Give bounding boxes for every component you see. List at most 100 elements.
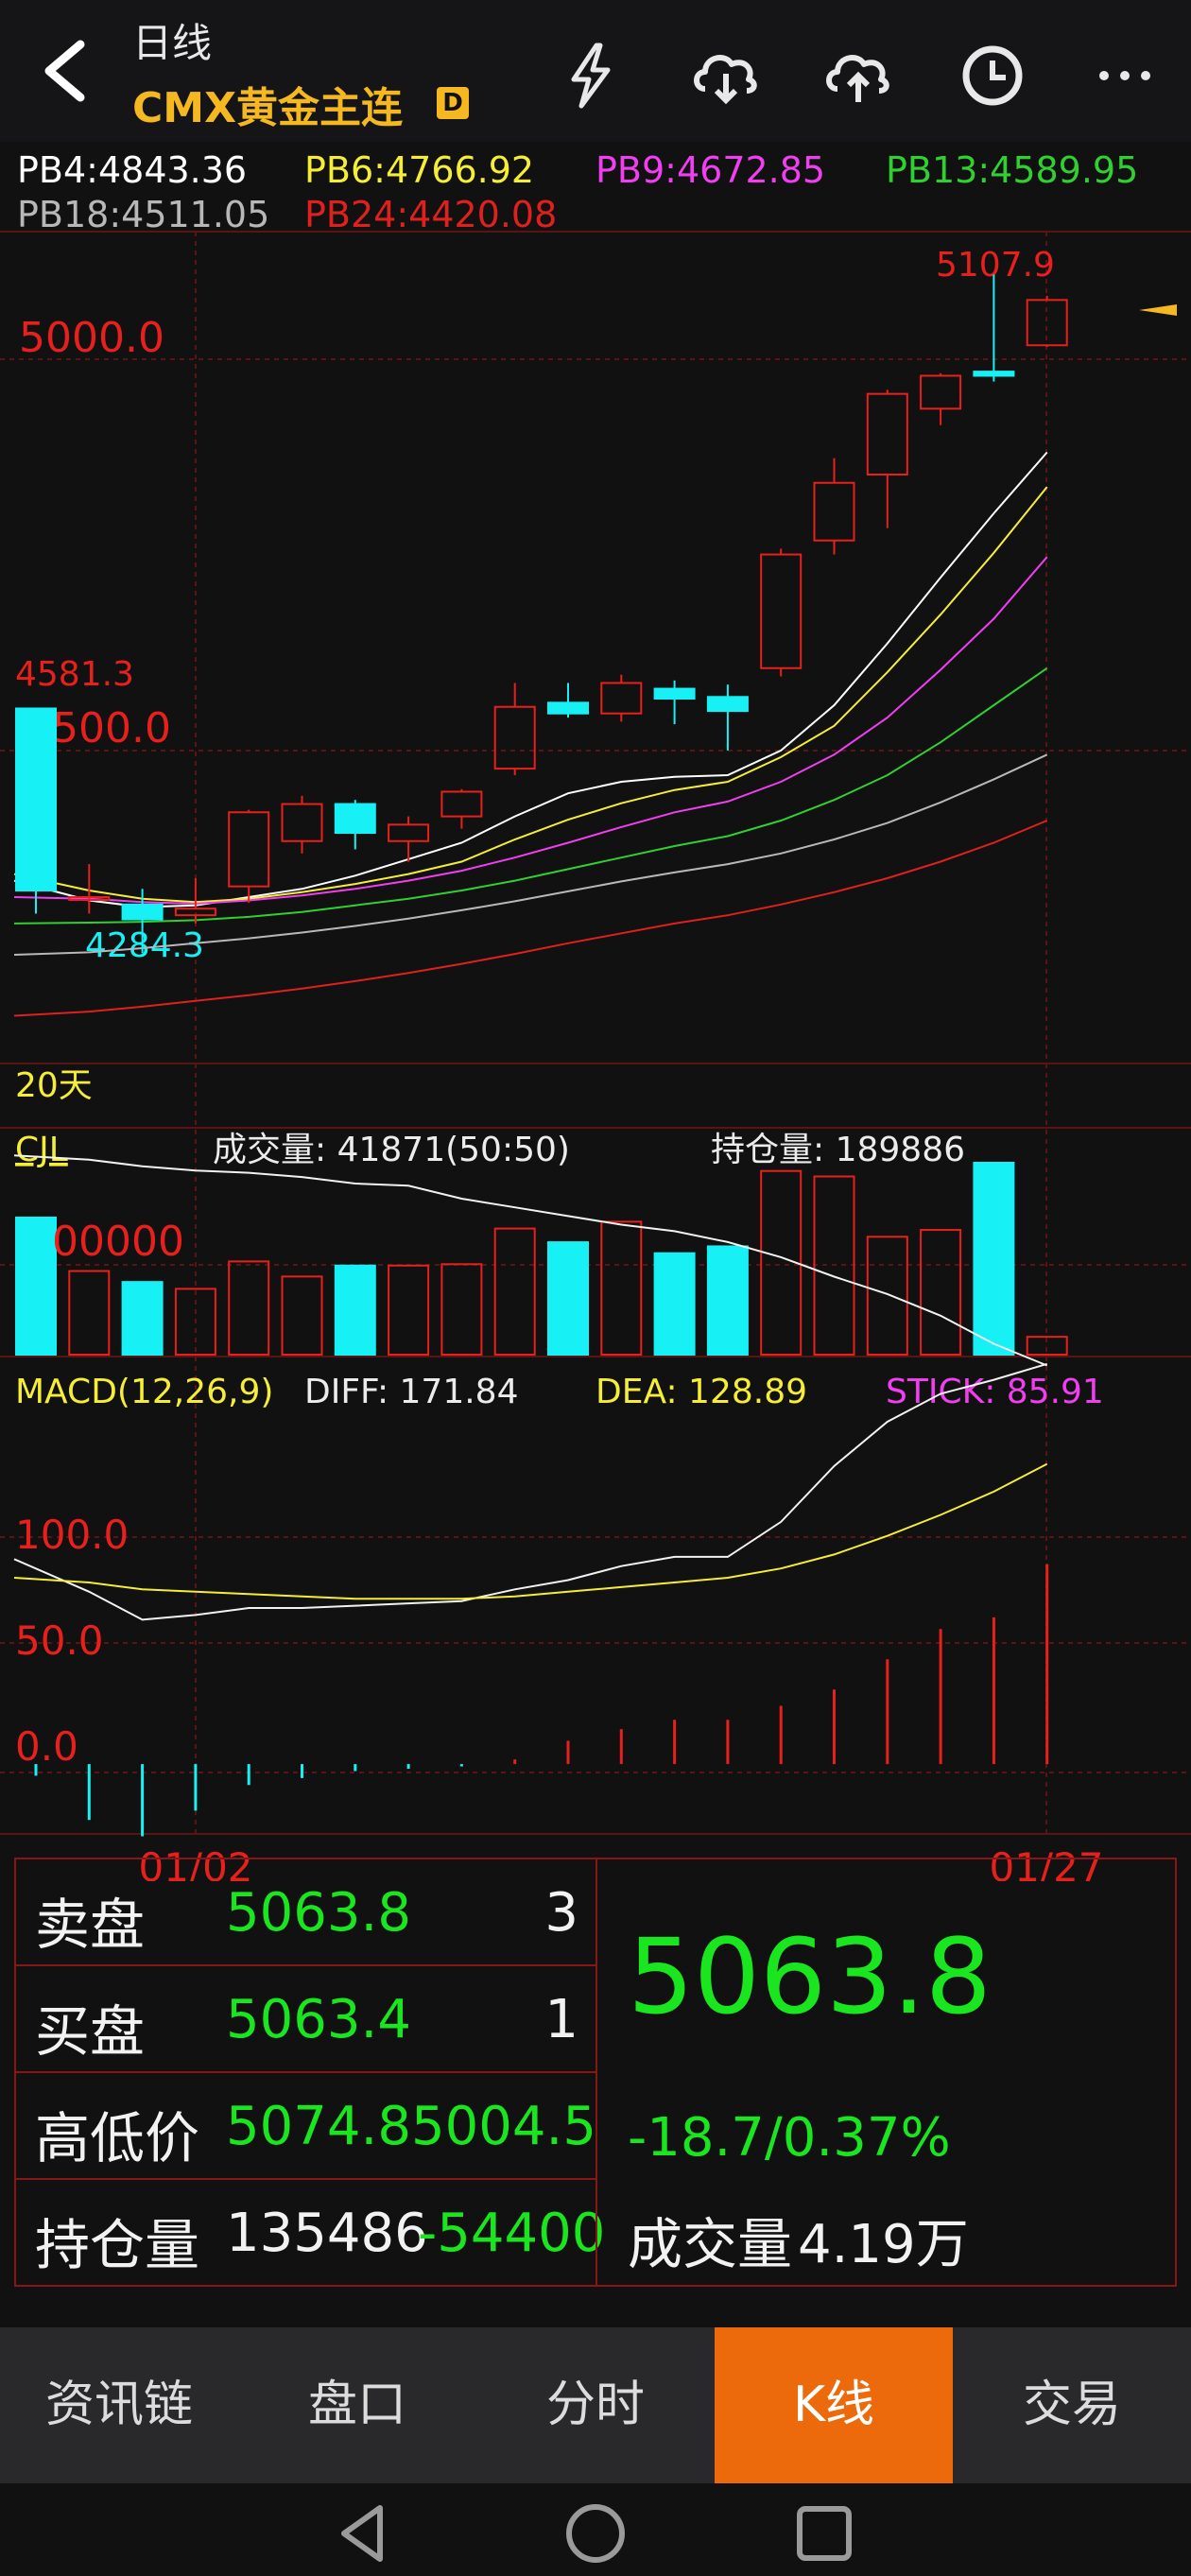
candle-body <box>706 696 749 713</box>
y-tick-4500: 500.0 <box>52 704 171 752</box>
tab-news-chain[interactable]: 资讯链 <box>0 2327 238 2483</box>
ma-legend-pb6: PB6:4766.92 <box>304 149 534 191</box>
back-triangle-icon[interactable] <box>331 2500 397 2567</box>
current-price-marker-icon <box>1139 304 1177 316</box>
macd-y-tick-0: 0.0 <box>15 1723 78 1770</box>
open-interest-row: 持仓量 135486 -54400 <box>14 2178 605 2287</box>
open-interest-change: -54400 <box>418 2203 606 2264</box>
ma-line-pb6 <box>13 486 1048 904</box>
volume-text: 成交量: 41871(50:50) <box>213 1131 570 1169</box>
volume-bar <box>600 1220 643 1356</box>
candle <box>706 684 749 751</box>
bottom-tab-bar: 资讯链 盘口 分时 K线 交易 <box>0 2327 1191 2483</box>
system-nav-bar <box>0 2483 1191 2576</box>
candle-body <box>547 701 589 715</box>
ma-legend-pb24: PB24:4420.08 <box>304 194 557 235</box>
candle <box>600 674 643 722</box>
ma-legend-pb18: PB18:4511.05 <box>17 194 269 235</box>
daily-badge: D <box>437 87 469 119</box>
candle-body <box>813 481 855 542</box>
candle <box>920 372 962 425</box>
candle <box>15 707 57 914</box>
open-interest-label: 持仓量 <box>35 2213 200 2277</box>
ma-legend-pb9: PB9:4672.85 <box>596 149 825 191</box>
candle <box>813 458 855 555</box>
volume-indicator-label: CJL <box>15 1131 68 1169</box>
tab-intraday[interactable]: 分时 <box>476 2327 715 2483</box>
sell-row[interactable]: 卖盘 5063.8 3 <box>14 1858 597 1966</box>
low-price-annotation: 4284.3 <box>85 926 204 965</box>
last-price: 5063.8 <box>628 1916 992 2037</box>
candle <box>440 788 483 829</box>
volume-value: 4.19万 <box>798 2214 969 2275</box>
macd-y-tick-100: 100.0 <box>15 1512 129 1558</box>
cloud-download-icon[interactable] <box>688 38 764 113</box>
candle-body <box>920 374 962 410</box>
cloud-upload-icon[interactable] <box>820 38 896 113</box>
candle-body <box>440 790 483 818</box>
sell-qty: 3 <box>544 1882 578 1944</box>
clock-icon[interactable] <box>955 38 1030 113</box>
y-tick-5000: 5000.0 <box>19 314 164 362</box>
candle <box>653 680 696 725</box>
candle <box>334 800 376 850</box>
candle-body <box>15 707 57 892</box>
left-price-annotation: 4581.3 <box>15 655 134 694</box>
buy-price: 5063.4 <box>226 1989 411 2050</box>
macd-diff-text: DIFF: 171.84 <box>304 1373 519 1411</box>
ma-legend-pb4: PB4:4843.36 <box>17 149 247 191</box>
top-header: 日线 CMX黄金主连 D <box>0 0 1191 142</box>
candle-body <box>228 811 270 888</box>
ma-line-pb4 <box>13 451 1048 908</box>
price-change: -18.7/0.37% <box>628 2107 951 2169</box>
macd-label: MACD(12,26,9) <box>15 1373 273 1411</box>
lightning-icon[interactable] <box>553 38 629 113</box>
volume-bar <box>973 1162 1015 1356</box>
volume-label: 成交量 <box>628 2212 793 2276</box>
volume-bar <box>440 1263 483 1357</box>
chart-grid <box>0 231 1191 1835</box>
candle <box>866 389 908 528</box>
high-price-annotation: 5107.9 <box>936 246 1055 285</box>
high-low-label: 高低价 <box>35 2106 200 2170</box>
macd-dea-line <box>13 1462 1048 1600</box>
candle <box>973 274 1015 382</box>
candle <box>68 864 111 914</box>
tab-order-book[interactable]: 盘口 <box>238 2327 476 2483</box>
symbol-name[interactable]: CMX黄金主连 <box>132 74 403 134</box>
sell-price: 5063.8 <box>226 1882 411 1944</box>
chart-dashed-grid <box>0 232 1191 1834</box>
more-icon[interactable] <box>1087 38 1163 113</box>
open-interest-text: 持仓量: 189886 <box>711 1131 965 1169</box>
tab-kline[interactable]: K线 <box>715 2327 953 2483</box>
candle-body <box>281 803 323 842</box>
candle-body <box>973 371 1015 377</box>
buy-row[interactable]: 买盘 5063.4 1 <box>14 1964 597 2073</box>
open-interest-value: 135486 <box>226 2203 428 2264</box>
sell-label: 卖盘 <box>35 1893 146 1957</box>
recents-square-icon[interactable] <box>791 2500 857 2567</box>
back-arrow-icon[interactable] <box>28 33 104 109</box>
low-price: 5004.5 <box>411 2096 596 2157</box>
candle-body <box>653 687 696 700</box>
candlesticks[interactable] <box>15 274 1068 954</box>
volume-bar <box>388 1264 430 1356</box>
kline-chart[interactable]: PB4:4843.36 PB6:4766.92 PB9:4672.85 PB13… <box>0 142 1191 1881</box>
tab-trade[interactable]: 交易 <box>953 2327 1191 2483</box>
ma-legend-pb13: PB13:4589.95 <box>886 149 1138 191</box>
candle-body <box>600 682 643 715</box>
candle-body <box>493 705 536 770</box>
buy-qty: 1 <box>544 1989 578 2050</box>
volume-bar <box>68 1270 111 1357</box>
volume-bar <box>493 1227 536 1356</box>
volume-bar <box>920 1229 962 1357</box>
candle-body <box>866 392 908 476</box>
candle-body <box>121 903 164 921</box>
home-circle-icon[interactable] <box>562 2500 629 2567</box>
ma-line-pb24 <box>13 820 1048 1017</box>
candle <box>493 683 536 776</box>
period-count-label: 20天 <box>15 1066 93 1105</box>
volume-bar <box>653 1252 696 1356</box>
period-label: 日线 <box>132 20 213 66</box>
quote-panel: 卖盘 5063.8 3 买盘 5063.4 1 高低价 5074.8 5004.… <box>14 1858 1177 2330</box>
